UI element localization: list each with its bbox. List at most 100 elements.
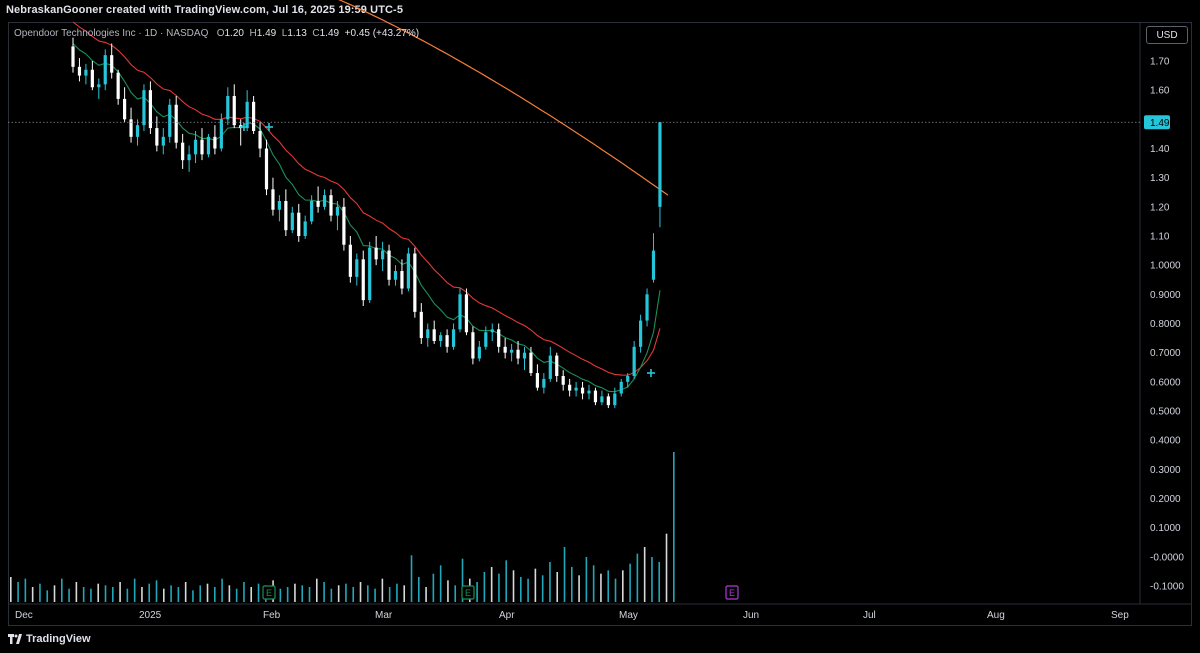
time-tick-label: Apr [499, 610, 515, 621]
candle [245, 90, 249, 131]
candle [639, 314, 643, 353]
candle-body [310, 201, 314, 222]
candle [587, 384, 591, 400]
candle-body [419, 311, 423, 339]
volume-bar [316, 578, 318, 602]
candle [387, 244, 391, 286]
candle [645, 288, 649, 327]
candle-body [297, 212, 301, 236]
candle-body [381, 250, 385, 260]
price-chart[interactable]: 1.701.601.501.401.301.201.101.00000.9000… [0, 0, 1200, 653]
candle [393, 265, 398, 286]
earnings-marker[interactable]: E [725, 585, 739, 600]
high-value: 1.49 [256, 28, 277, 39]
candle [432, 320, 436, 344]
volume-bar [61, 578, 63, 602]
candle [97, 78, 101, 99]
volume-bar [279, 588, 282, 602]
candle [374, 236, 378, 266]
candle-body [561, 376, 565, 385]
candle-body [97, 84, 101, 88]
volume-bar [505, 560, 508, 602]
volume-bar [112, 587, 114, 602]
candle [187, 145, 191, 172]
volume-bar [454, 585, 457, 602]
candle-body [522, 352, 527, 359]
candle-body [232, 96, 236, 126]
candle [148, 81, 152, 134]
candle-body [174, 104, 178, 143]
volume-bar [432, 573, 435, 602]
candle [342, 198, 346, 251]
symbol-legend: Opendoor Technologies Inc · 1D · NASDAQ … [14, 28, 419, 39]
candle-body [200, 139, 204, 155]
earnings-marker[interactable]: E [461, 585, 475, 600]
candle [90, 61, 94, 91]
candle-body [606, 396, 610, 406]
candle [277, 195, 281, 222]
price-tick-label: 1.30 [1150, 173, 1170, 184]
volume-bar [549, 562, 551, 602]
candle [464, 288, 469, 336]
candle-body [193, 139, 198, 155]
high-label: H [249, 28, 257, 39]
candle [593, 387, 598, 406]
volume-bar [367, 585, 369, 602]
candle-body [348, 244, 352, 277]
volume-bar [308, 587, 311, 602]
candle-body [329, 195, 333, 216]
volume-bar [403, 585, 406, 602]
candle-body [600, 396, 604, 403]
candle [542, 373, 546, 394]
volume-bar [323, 582, 325, 602]
candle-body [123, 98, 127, 120]
candle [458, 288, 462, 333]
candle [484, 326, 488, 350]
candle [322, 189, 327, 210]
price-tick-label: 0.2000 [1150, 494, 1181, 505]
brand-name: TradingView [26, 633, 91, 645]
earnings-marker[interactable]: E [262, 585, 276, 600]
price-tick-label: 0.3000 [1150, 465, 1181, 476]
candle-body [613, 393, 617, 406]
volume-bar [622, 570, 624, 602]
currency-button[interactable]: USD [1146, 26, 1188, 44]
volume-bar [337, 585, 340, 602]
candle-body [387, 250, 391, 280]
volume-bar [330, 588, 333, 602]
candle-body [161, 136, 165, 146]
price-tick-label: 1.40 [1150, 144, 1170, 155]
candle-body [555, 355, 559, 376]
candle-body [658, 122, 662, 207]
volume-bar [177, 587, 180, 602]
candle-body [619, 381, 623, 394]
time-tick-label: Aug [987, 610, 1005, 621]
candle [316, 186, 320, 213]
volume-bar [10, 577, 12, 602]
candle [561, 370, 565, 391]
candle-body [110, 55, 114, 73]
volume-bar [221, 578, 223, 602]
candle-body [651, 250, 656, 280]
volume-bar [396, 583, 398, 602]
volume-bar [184, 582, 187, 602]
volume-bar [148, 583, 151, 602]
volume-bar [534, 568, 537, 602]
volume-bar [374, 588, 376, 602]
candle-body [451, 329, 456, 347]
candle [490, 323, 494, 341]
candle-body [71, 46, 75, 67]
volume-bar [192, 590, 194, 602]
candle-body [516, 349, 520, 359]
candle-body [284, 201, 288, 231]
candle-body [458, 294, 462, 330]
candle [297, 203, 301, 242]
candle [303, 215, 307, 239]
volume-bar [24, 578, 27, 602]
candle [168, 98, 172, 143]
candle [84, 63, 88, 85]
candle [580, 381, 585, 400]
candle-body [219, 119, 223, 149]
volume-bar [658, 562, 661, 602]
candle-body [548, 355, 552, 379]
